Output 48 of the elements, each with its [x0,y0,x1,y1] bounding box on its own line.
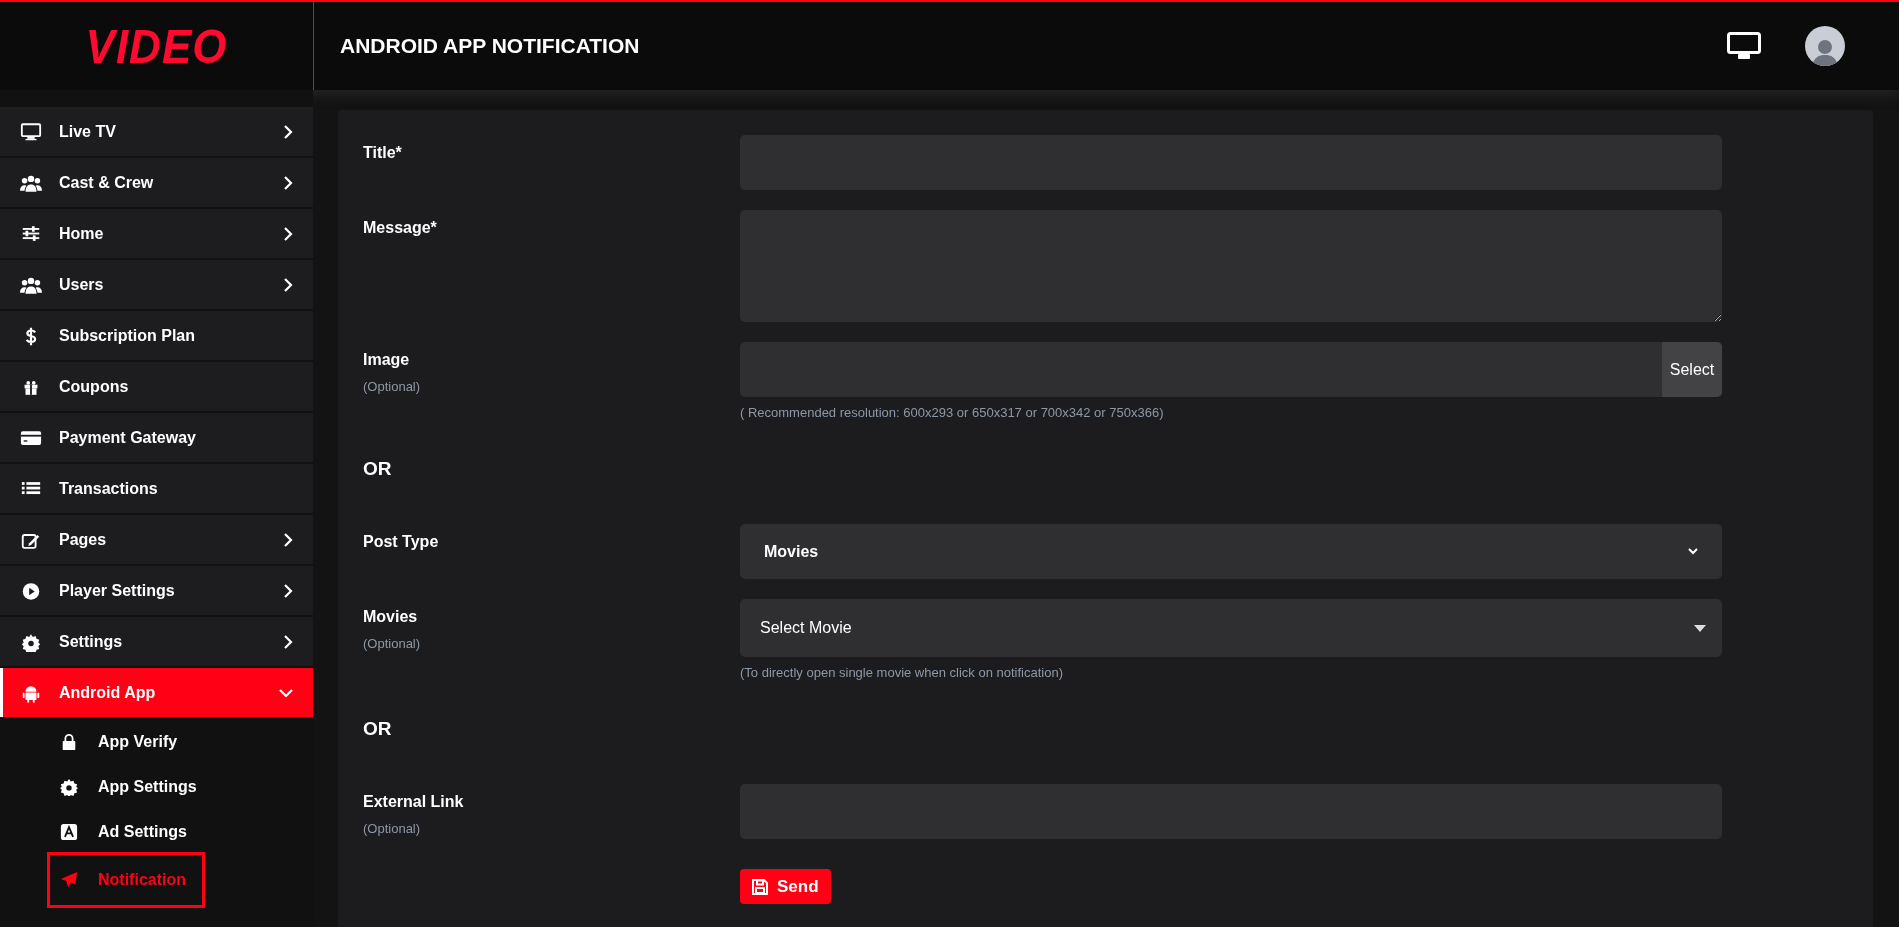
submenu-item[interactable]: Notification [47,852,205,908]
select-button[interactable]: Select [1662,342,1722,397]
sidebar-item[interactable]: Transactions [0,464,313,513]
avatar[interactable] [1805,26,1845,66]
optional-note: (Optional) [363,821,422,836]
sidebar-item[interactable]: Android App [0,668,313,717]
submenu-item[interactable]: App Verify [47,721,197,762]
sliders-icon [20,223,42,244]
play-icon [20,580,42,601]
submenu-item[interactable]: App Settings [47,766,216,807]
sidebar-item[interactable]: Player Settings [0,566,313,615]
send-button[interactable]: Send [740,869,831,904]
monitor-icon [20,121,42,142]
sidebar-item[interactable]: Pages [0,515,313,564]
submenu-item[interactable]: Ad Settings [47,811,206,852]
optional-note: (Optional) [363,379,422,394]
select-field[interactable]: Movies [740,524,1722,579]
textarea-field[interactable] [740,210,1722,322]
sidebar-item[interactable]: Coupons [0,362,313,411]
monitor-icon[interactable] [1727,32,1761,60]
sidebar-item[interactable]: Settings [0,617,313,666]
separator-text: OR [363,458,393,480]
paper-plane-icon [60,871,78,889]
help-text: ( Recommended resolution: 600x293 or 650x317 or 700x342 or 750x366) [740,405,1165,420]
caret-down-icon [1694,624,1706,632]
field-label: Image [363,351,411,369]
help-text: (To directly open single movie when click on notification) [740,665,1064,680]
field-label: External Link [363,793,465,811]
sidebar-item[interactable]: Subscription Plan [0,311,313,360]
logo[interactable]: VIDEO [85,18,228,74]
field-label: Title* [363,144,403,162]
sidebar-item[interactable]: Payment Gateway [0,413,313,462]
gear-icon [60,777,78,796]
letter-a-icon [60,822,78,841]
optional-note: (Optional) [363,636,422,651]
file-field[interactable]: Select [740,342,1722,397]
sidebar-item[interactable]: Live TV [0,107,313,156]
sidebar-item[interactable]: Cast & Crew [0,158,313,207]
page-title: ANDROID APP NOTIFICATION [339,34,641,58]
field-label: Movies [363,608,419,626]
separator-text: OR [363,718,393,740]
field-label: Message* [363,219,438,237]
lock-icon [60,732,78,751]
field-label: Post Type [363,533,440,551]
sidebar-item[interactable]: Home [0,209,313,258]
dropdown-field[interactable]: Select Movie [740,599,1722,657]
chevron-down-icon [1688,548,1698,555]
sidebar-item[interactable]: Users [0,260,313,309]
